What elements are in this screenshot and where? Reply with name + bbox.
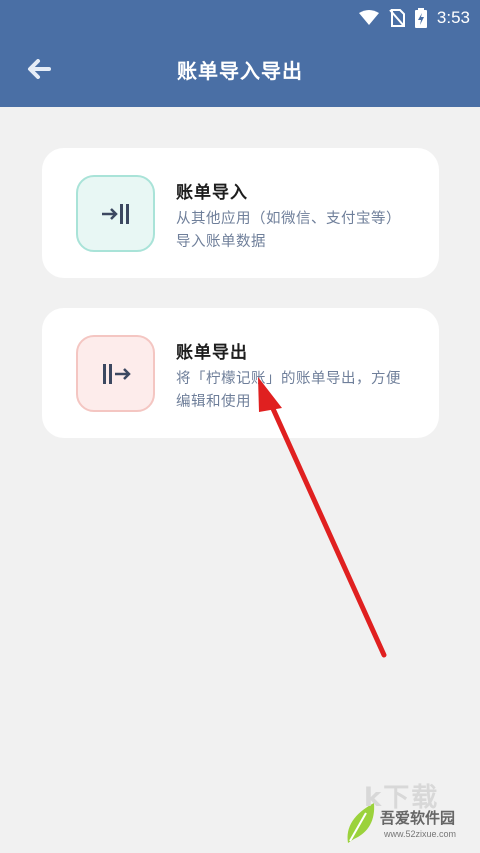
import-title: 账单导入 (176, 183, 248, 203)
watermark-url: www.52zixue.com (384, 829, 457, 839)
export-title: 账单导出 (176, 343, 248, 363)
page-title: 账单导入导出 (177, 59, 303, 83)
app-bar: 3:53 账单导入导出 (0, 0, 480, 107)
import-tile (76, 175, 155, 252)
battery-charging-icon (414, 8, 427, 28)
export-description: 将「柠檬记账」的账单导出，方便编辑和使用 (176, 371, 401, 410)
export-bar-arrow-icon (102, 363, 131, 384)
import-description: 从其他应用（如微信、支付宝等）导入账单数据 (176, 211, 401, 250)
watermark: k下载 吾爱软件园 www.52zixue.com (344, 777, 474, 849)
screen: 3:53 账单导入导出 账单导入 从其他应用（如微信、支付宝等）导入账单数据 账… (0, 0, 480, 853)
status-bar: 3:53 (358, 6, 470, 30)
import-arrow-bar-icon (101, 203, 129, 224)
export-card[interactable]: 账单导出 将「柠檬记账」的账单导出，方便编辑和使用 (42, 308, 439, 438)
status-time: 3:53 (436, 8, 470, 27)
watermark-name: 吾爱软件园 (380, 809, 456, 827)
no-sim-icon (389, 9, 405, 27)
export-tile (76, 335, 155, 412)
import-card[interactable]: 账单导入 从其他应用（如微信、支付宝等）导入账单数据 (42, 148, 439, 278)
wifi-icon (358, 10, 379, 25)
